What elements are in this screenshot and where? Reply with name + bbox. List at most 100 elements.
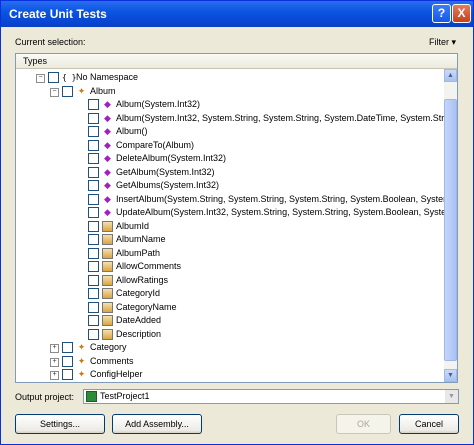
method-icon: ◆ [104,112,111,123]
tree-row-label: AllowComments [116,261,182,271]
property-icon [102,274,113,286]
types-header-label: Types [23,56,48,66]
collapse-icon[interactable]: − [50,87,59,97]
tree-row[interactable]: AlbumName [16,233,444,247]
tree-rows: −{ } No Namespace − ✦ Album ◆ Album(System.Int… [16,69,444,382]
output-project-combo[interactable]: TestProject1 ▼ [83,389,459,404]
tree-row-checkbox[interactable] [88,288,99,299]
tree-row[interactable]: AlbumPath [16,247,444,261]
tree-row[interactable]: ◆ Album(System.Int32, System.String, Syst… [16,112,444,126]
expand-icon[interactable]: + [50,371,59,380]
tree-row-checkbox[interactable] [88,274,99,286]
tree-row-checkbox[interactable] [88,139,99,151]
tree-row-checkbox[interactable] [62,85,73,97]
tree-row[interactable]: ◆ Album(System.Int32) [16,98,444,112]
tree-row-label: DateAdded [116,315,162,325]
tree-row[interactable]: AllowRatings [16,274,444,288]
tree-row-label: ConfigHelper [90,369,143,379]
property-icon [102,234,113,245]
method-icon: ◆ [104,139,111,150]
tree-row-checkbox[interactable] [88,180,99,191]
tree-row-checkbox[interactable] [88,126,99,137]
tree-row-checkbox[interactable] [88,220,99,232]
tree-row[interactable]: AlbumId [16,220,444,234]
tree-row-label: Category [90,342,127,352]
help-button[interactable]: ? [432,4,451,23]
expand-icon[interactable]: + [50,357,59,367]
tree-row-label: No Namespace [76,72,139,82]
property-icon [102,301,113,313]
tree-row-checkbox[interactable] [62,355,73,367]
tree-row-checkbox[interactable] [88,193,99,205]
tree-row-checkbox[interactable] [88,166,99,178]
settings-button[interactable]: Settings... [15,414,105,434]
tree-row[interactable]: ◆ InsertAlbum(System.String, System.Strin… [16,193,444,207]
cancel-button[interactable]: Cancel [399,414,459,434]
types-tree[interactable]: Types −{ } No Namespace − ✦ Album ◆ Album(Syst… [15,53,458,383]
ok-button[interactable]: OK [336,414,391,434]
scroll-up-button[interactable]: ▲ [444,69,457,82]
tree-row-checkbox[interactable] [88,234,99,245]
tree-row-label: GetAlbum(System.Int32) [116,166,215,177]
property-icon [102,315,113,326]
tree-row-label: Comments [90,355,134,366]
tree-row[interactable]: CategoryName [16,301,444,315]
property-icon [102,328,113,340]
tree-row[interactable]: − ✦ Album [16,85,444,99]
vertical-scrollbar[interactable]: ▲ ▼ [444,69,457,382]
tree-row-label: AlbumId [116,220,150,231]
tree-row[interactable]: AllowComments [16,260,444,274]
tree-row[interactable]: CategoryId [16,287,444,301]
tree-row-label: UpdateAlbum(System.Int32, System.String,… [116,207,444,217]
scroll-thumb[interactable] [444,99,457,361]
tree-row-label: Album [90,85,116,96]
tree-row[interactable]: + ✦ Category [16,341,444,355]
tree-row-checkbox[interactable] [88,301,99,313]
tree-row-checkbox[interactable] [88,99,99,110]
tree-row-checkbox[interactable] [88,153,99,164]
tree-row-checkbox[interactable] [88,207,99,218]
class-icon: ✦ [77,342,86,352]
tree-row-checkbox[interactable] [88,247,99,259]
tree-row-checkbox[interactable] [88,112,99,124]
tree-row[interactable]: − { } No Namespace [16,71,444,85]
method-icon: ◆ [104,153,111,163]
title-bar[interactable]: Create Unit Tests ? X [1,1,473,27]
tree-row-label: Album() [116,126,148,136]
tree-row[interactable]: ◆ DeleteAlbum(System.Int32) [16,152,444,166]
tree-row-checkbox[interactable] [62,342,73,353]
expand-icon[interactable]: + [50,344,59,353]
collapse-icon[interactable]: − [36,74,45,83]
current-selection-label: Current selection: [15,37,86,47]
tree-row[interactable]: ◆ GetAlbums(System.Int32) [16,179,444,193]
method-icon: ◆ [104,99,111,109]
tree-column-header[interactable]: Types [16,54,457,69]
tree-row-checkbox[interactable] [88,315,99,326]
tree-row[interactable]: ◆ Album() [16,125,444,139]
tree-row-label: AllowRatings [116,274,169,285]
tree-row-label: Description [116,328,162,339]
tree-row-checkbox[interactable] [88,261,99,272]
tree-row-label: CompareTo(Album) [116,139,195,150]
tree-row-label: AlbumPath [116,247,161,258]
class-icon: ✦ [77,85,86,96]
tree-row[interactable]: ◆ CompareTo(Album) [16,139,444,153]
tree-row-checkbox[interactable] [88,328,99,340]
tree-row[interactable]: DateAdded [16,314,444,328]
tree-row[interactable]: Description [16,328,444,342]
tree-row[interactable]: ◆ UpdateAlbum(System.Int32, System.String… [16,206,444,220]
add-assembly-button[interactable]: Add Assembly... [112,414,202,434]
chevron-down-icon[interactable]: ▼ [445,390,458,403]
tree-row[interactable]: + ✦ Comments [16,355,444,369]
tree-row[interactable]: ◆ GetAlbum(System.Int32) [16,166,444,180]
close-button[interactable]: X [452,4,471,23]
tree-row-checkbox[interactable] [62,369,73,380]
filter-dropdown[interactable]: Filter ▾ [429,37,456,48]
tree-row-checkbox[interactable] [48,72,59,83]
tree-row[interactable]: + ✦ ConfigHelper [16,368,444,382]
tree-row-label: Album(System.Int32, System.String, Syste… [116,112,444,123]
create-unit-tests-dialog: Create Unit Tests ? X Current selection:… [0,0,474,445]
scroll-down-button[interactable]: ▼ [444,369,457,382]
project-icon [86,391,97,402]
tree-row-label: GetAlbums(System.Int32) [116,180,220,190]
